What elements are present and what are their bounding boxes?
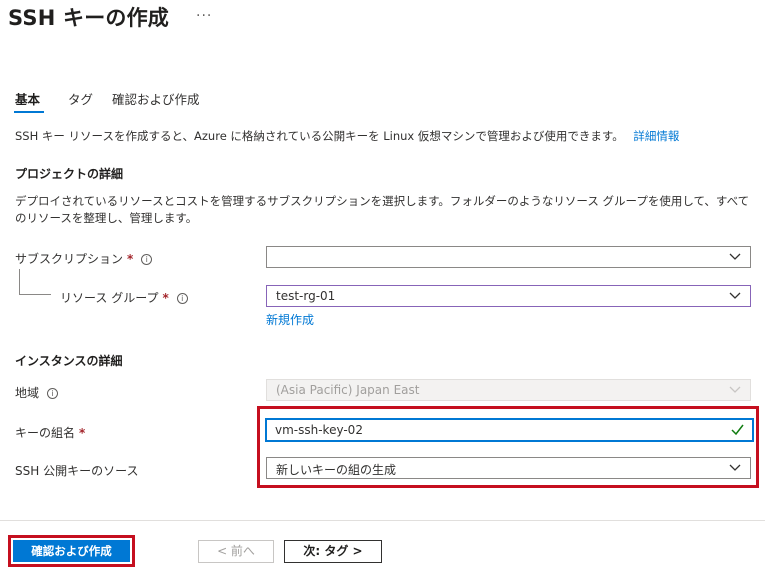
key-pair-name-label: キーの組名 * — [15, 424, 85, 441]
info-icon[interactable]: i — [47, 388, 59, 399]
annotation-highlight-box: 確認および作成 — [8, 535, 135, 567]
required-marker: * — [79, 426, 86, 440]
resource-group-label-text: リソース グループ — [60, 291, 159, 305]
project-details-heading: プロジェクトの詳細 — [15, 167, 124, 181]
required-marker: * — [162, 291, 169, 305]
resource-group-dropdown[interactable]: test-rg-01 — [266, 285, 751, 307]
instance-details-heading: インスタンスの詳細 — [15, 354, 123, 368]
intro-text: SSH キー リソースを作成すると、Azure に格納されている公開キーを Li… — [15, 128, 679, 144]
tab-basics[interactable]: 基本 — [15, 89, 40, 108]
key-source-label: SSH 公開キーのソース — [15, 464, 139, 478]
tab-review-create[interactable]: 確認および作成 — [112, 89, 200, 108]
annotation-highlight-box — [257, 406, 759, 488]
tree-connector — [19, 294, 51, 295]
subscription-label-text: サブスクリプション — [15, 252, 124, 266]
subscription-label: サブスクリプション * i — [15, 250, 153, 267]
more-options-button[interactable]: ··· — [196, 8, 212, 24]
chevron-down-icon — [729, 253, 741, 260]
region-label-text: 地域 — [15, 386, 40, 400]
review-create-button[interactable]: 確認および作成 — [13, 540, 130, 562]
project-details-description: デプロイされているリソースとコストを管理するサブスクリプションを選択します。フォ… — [15, 194, 750, 225]
learn-more-link[interactable]: 詳細情報 — [633, 129, 679, 143]
info-icon[interactable]: i — [141, 254, 153, 265]
chevron-down-icon — [729, 292, 741, 299]
create-new-link[interactable]: 新規作成 — [266, 311, 314, 328]
footer-divider — [0, 520, 765, 521]
resource-group-label: リソース グループ * i — [60, 289, 188, 306]
chevron-down-icon — [729, 386, 741, 393]
region-dropdown: (Asia Pacific) Japan East — [266, 379, 751, 401]
info-icon[interactable]: i — [176, 293, 188, 304]
resource-group-value: test-rg-01 — [276, 289, 336, 303]
subscription-dropdown[interactable] — [266, 246, 751, 268]
tab-tags[interactable]: タグ — [68, 89, 93, 108]
region-label: 地域 i — [15, 384, 59, 401]
next-tags-button[interactable]: 次: タグ > — [284, 540, 382, 563]
active-tab-indicator — [14, 111, 44, 113]
page-title: SSH キーの作成 — [8, 6, 169, 30]
required-marker: * — [127, 252, 134, 266]
region-value: (Asia Pacific) Japan East — [276, 383, 420, 397]
previous-button[interactable]: < 前へ — [198, 540, 274, 563]
tree-connector — [19, 269, 20, 294]
intro-description: SSH キー リソースを作成すると、Azure に格納されている公開キーを Li… — [15, 129, 624, 143]
key-pair-name-label-text: キーの組名 — [15, 426, 76, 440]
